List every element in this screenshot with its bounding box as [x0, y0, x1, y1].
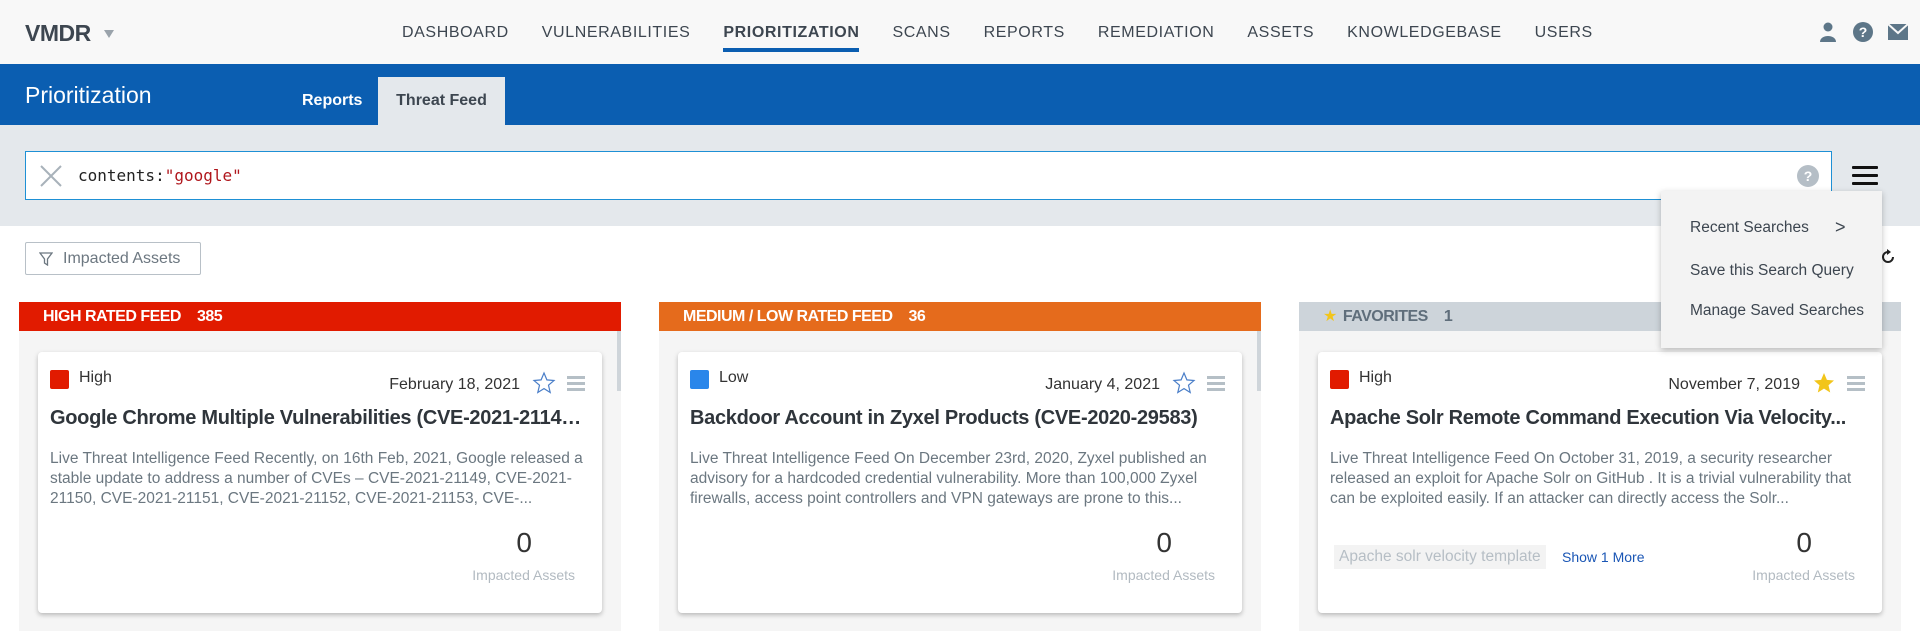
card-description: Live Threat Intelligence Feed On Decembe… [690, 450, 1207, 507]
menu-item-manage-saved-searches[interactable]: Manage Saved Searches [1690, 302, 1864, 320]
column-title: MEDIUM / LOW RATED FEED [683, 308, 893, 325]
help-icon[interactable]: ? [1853, 22, 1873, 42]
refresh-icon[interactable] [1880, 248, 1896, 266]
card-date: November 7, 2019 [1668, 376, 1800, 393]
favorites-star-icon: ★ [1323, 308, 1337, 325]
brand-logo[interactable]: VMDR [25, 20, 91, 47]
nav-knowledgebase[interactable]: KNOWLEDGEBASE [1347, 0, 1502, 64]
severity-indicator [690, 370, 709, 389]
nav-prioritization[interactable]: PRIORITIZATION [723, 0, 860, 64]
user-icon[interactable] [1818, 22, 1838, 42]
column-count: 36 [908, 308, 926, 325]
impacted-assets-label: Impacted Assets [1752, 567, 1855, 583]
feed-column-favorites: ★ FAVORITES 1 High November 7, 2019 Apache… [1299, 302, 1901, 631]
severity-label: High [79, 369, 112, 386]
impacted-assets-label: Impacted Assets [1112, 567, 1215, 583]
page-title: Prioritization [25, 82, 152, 108]
severity-indicator [50, 370, 69, 389]
card-description: Live Threat Intelligence Feed On October… [1330, 450, 1852, 507]
feed-card[interactable]: Low January 4, 2021 Backdoor Account in … [678, 352, 1242, 613]
search-query-value: "google" [164, 166, 242, 185]
column-title: HIGH RATED FEED [43, 308, 181, 325]
menu-item-save-search-query[interactable]: Save this Search Query [1690, 262, 1854, 280]
column-count: 385 [196, 308, 223, 325]
filter-icon [39, 251, 53, 266]
severity-label: Low [719, 369, 749, 386]
nav-remediation[interactable]: REMEDIATION [1098, 0, 1215, 64]
feed-card[interactable]: High November 7, 2019 Apache Solr Remote… [1318, 352, 1882, 613]
search-menu-hamburger-icon[interactable] [1852, 166, 1878, 188]
column-header: HIGH RATED FEED 385 [19, 302, 621, 331]
search-query-field: contents: [78, 166, 165, 185]
card-date: January 4, 2021 [1045, 376, 1160, 393]
search-input[interactable]: contents:"google" ? [25, 151, 1832, 200]
severity-label: High [1359, 369, 1392, 386]
feed-card[interactable]: High February 18, 2021 Google Chrome Mul… [38, 352, 602, 613]
menu-item-recent-searches[interactable]: Recent Searches [1690, 219, 1809, 237]
card-title[interactable]: Google Chrome Multiple Vulnerabilities (… [50, 407, 590, 430]
impacted-assets-filter-button[interactable]: Impacted Assets [25, 242, 201, 275]
nav-users[interactable]: USERS [1535, 0, 1593, 64]
column-scrollbar[interactable] [617, 331, 621, 391]
search-help-icon[interactable]: ? [1797, 165, 1819, 187]
nav-reports[interactable]: REPORTS [984, 0, 1065, 64]
filter-label: Impacted Assets [63, 249, 181, 267]
favorite-star-icon[interactable] [532, 371, 556, 395]
impacted-assets-label: Impacted Assets [472, 567, 575, 583]
impacted-assets-count: 0 [516, 527, 532, 558]
main-nav: DASHBOARD VULNERABILITIES PRIORITIZATION… [402, 0, 1626, 64]
search-band: contents:"google" ? [0, 125, 1920, 226]
tab-threat-feed[interactable]: Threat Feed [378, 77, 505, 125]
favorite-star-icon[interactable] [1812, 371, 1836, 395]
card-description: Live Threat Intelligence Feed Recently, … [50, 450, 583, 507]
nav-dashboard[interactable]: DASHBOARD [402, 0, 509, 64]
card-title[interactable]: Backdoor Account in Zyxel Products (CVE-… [690, 407, 1230, 430]
impacted-assets-count: 0 [1156, 527, 1172, 558]
column-title: FAVORITES [1342, 308, 1429, 325]
chevron-right-icon[interactable]: > [1835, 217, 1846, 238]
feed-column-medium-low: MEDIUM / LOW RATED FEED 36 Low January 4,… [659, 302, 1261, 631]
card-title[interactable]: Apache Solr Remote Command Execution Via… [1330, 407, 1870, 430]
page-header: Prioritization Reports Threat Feed [0, 64, 1920, 125]
severity-indicator [1330, 370, 1349, 389]
column-scrollbar[interactable] [1257, 331, 1261, 391]
nav-scans[interactable]: SCANS [892, 0, 950, 64]
impacted-assets-count: 0 [1796, 527, 1812, 558]
card-menu-icon[interactable] [1847, 376, 1865, 392]
card-menu-icon[interactable] [567, 376, 585, 392]
nav-assets[interactable]: ASSETS [1247, 0, 1314, 64]
card-tag: Apache solr velocity template [1334, 545, 1546, 569]
card-menu-icon[interactable] [1207, 376, 1225, 392]
top-nav: VMDR DASHBOARD VULNERABILITIES PRIORITIZ… [0, 0, 1920, 64]
card-date: February 18, 2021 [389, 376, 520, 393]
column-count: 1 [1443, 308, 1453, 325]
svg-text:?: ? [1859, 24, 1868, 40]
mail-icon[interactable] [1888, 22, 1908, 42]
brand-dropdown-caret-icon[interactable] [104, 30, 114, 38]
nav-vulnerabilities[interactable]: VULNERABILITIES [542, 0, 691, 64]
clear-search-icon[interactable] [38, 163, 64, 189]
search-options-menu: Recent Searches > Save this Search Query… [1661, 191, 1882, 348]
favorite-star-icon[interactable] [1172, 371, 1196, 395]
top-icons: ? [1818, 22, 1908, 42]
search-query[interactable]: contents:"google" [78, 166, 242, 185]
column-header: MEDIUM / LOW RATED FEED 36 [659, 302, 1261, 331]
show-more-tags-link[interactable]: Show 1 More [1562, 549, 1644, 565]
tab-reports[interactable]: Reports [286, 77, 378, 125]
feed-column-high: HIGH RATED FEED 385 High February 18, 202… [19, 302, 621, 631]
